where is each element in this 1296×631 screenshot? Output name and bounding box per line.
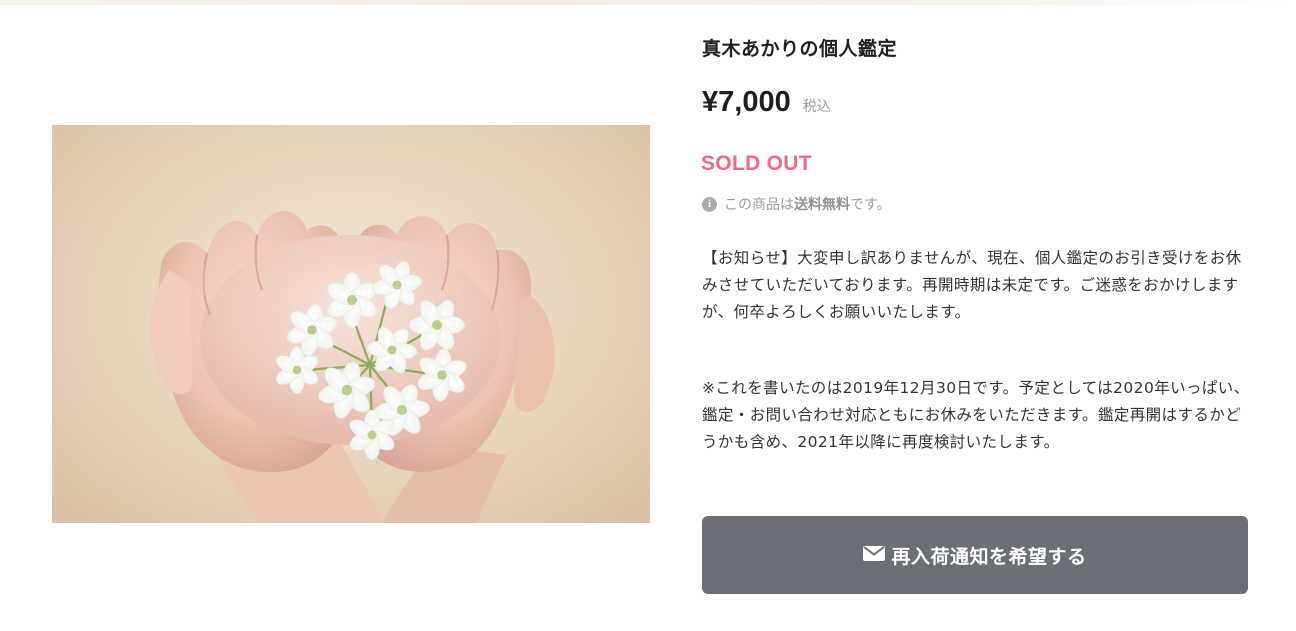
hands-with-flowers-illustration bbox=[150, 211, 555, 523]
tax-label: 税込 bbox=[802, 99, 831, 115]
restock-notify-button[interactable]: 再入荷通知を希望する bbox=[702, 516, 1248, 594]
info-icon: i bbox=[702, 196, 717, 212]
product-title: 真木あかりの個人鑑定 bbox=[702, 38, 898, 60]
sold-out-badge: SOLD OUT bbox=[701, 152, 812, 175]
description-paragraph: 【お知らせ】大変申し訳ありませんが、現在、個人鑑定のお引き受けをお休みさせていた… bbox=[702, 249, 1242, 321]
restock-notify-label: 再入荷通知を希望する bbox=[891, 545, 1087, 568]
product-price: ¥7,000 bbox=[702, 86, 791, 118]
product-page: 真木あかりの個人鑑定 ¥7,000 税込 SOLD OUT i この商品は 送料無… bbox=[0, 0, 1296, 631]
shipping-emphasis: 送料無料 bbox=[794, 197, 850, 213]
shipping-suffix: です。 bbox=[850, 197, 891, 213]
shipping-prefix: この商品は bbox=[724, 197, 794, 213]
price-row: ¥7,000 税込 bbox=[702, 86, 831, 119]
description-paragraph: ※これを書いたのは2019年12月30日です。予定としては2020年いっぱい、鑑… bbox=[702, 379, 1250, 451]
shipping-note: i この商品は 送料無料 です。 bbox=[702, 194, 891, 214]
product-image[interactable] bbox=[52, 125, 650, 523]
mail-icon bbox=[863, 544, 886, 566]
header-strip bbox=[0, 0, 1296, 5]
